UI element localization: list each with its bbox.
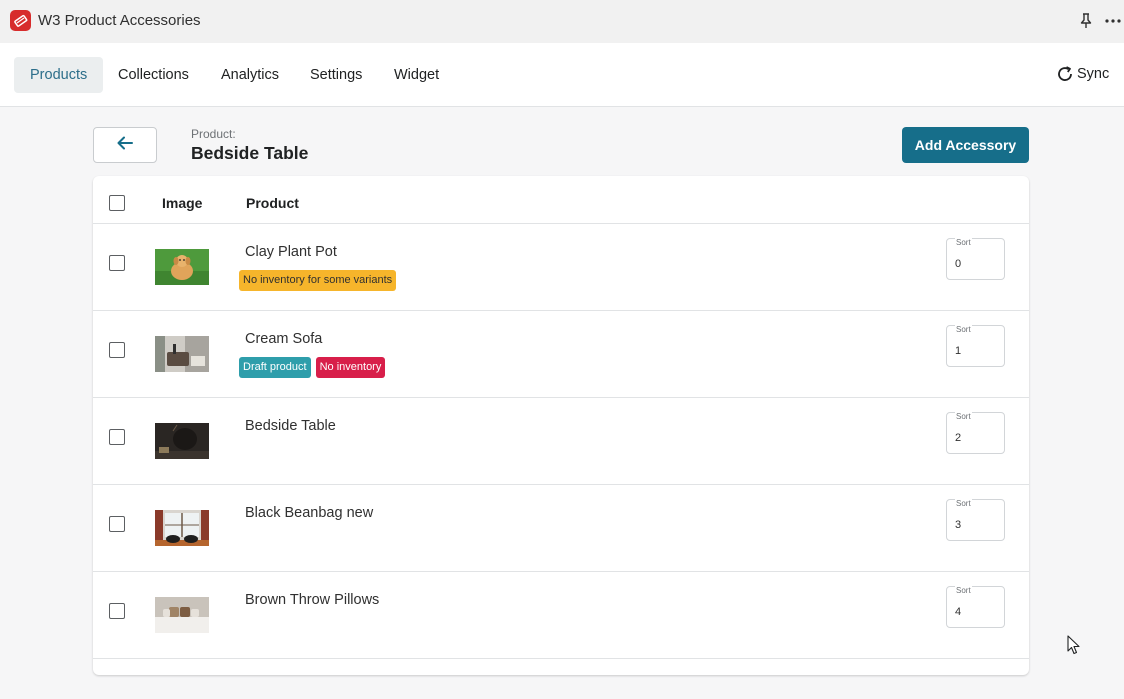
- badge-group: Draft product No inventory: [239, 357, 386, 378]
- tab-analytics[interactable]: Analytics: [205, 57, 295, 93]
- sort-value: 4: [955, 606, 962, 618]
- sort-label: Sort: [955, 499, 972, 508]
- nav-bar: Products Collections Analytics Settings …: [0, 43, 1124, 107]
- sort-label: Sort: [955, 238, 972, 247]
- product-image: [155, 336, 209, 372]
- row-checkbox[interactable]: [109, 516, 125, 532]
- product-name[interactable]: Bedside Table: [245, 418, 336, 434]
- table-row: Cream Sofa Draft product No inventory So…: [93, 311, 1029, 398]
- table-header: Image Product: [93, 176, 1029, 224]
- tab-collections[interactable]: Collections: [102, 57, 205, 93]
- product-caption: Product:: [191, 127, 236, 141]
- sort-input[interactable]: Sort 4: [946, 586, 1005, 628]
- sort-value: 2: [955, 432, 962, 444]
- sort-input[interactable]: Sort 3: [946, 499, 1005, 541]
- product-name[interactable]: Clay Plant Pot: [245, 244, 337, 260]
- sort-input[interactable]: Sort 2: [946, 412, 1005, 454]
- column-header-product: Product: [246, 195, 299, 211]
- product-image: [155, 423, 209, 459]
- product-name[interactable]: Brown Throw Pillows: [245, 592, 379, 608]
- product-image: [155, 597, 209, 633]
- tab-widget[interactable]: Widget: [378, 57, 455, 93]
- badge-group: No inventory for some variants: [239, 270, 397, 291]
- no-inventory-badge: No inventory: [315, 357, 386, 378]
- app-bar: W3 Product Accessories: [0, 0, 1124, 43]
- sort-label: Sort: [955, 412, 972, 421]
- sort-value: 1: [955, 345, 962, 357]
- sort-input[interactable]: Sort 0: [946, 238, 1005, 280]
- sync-button[interactable]: Sync: [1056, 65, 1109, 83]
- row-checkbox[interactable]: [109, 342, 125, 358]
- app-title: W3 Product Accessories: [38, 12, 201, 29]
- more-options-icon[interactable]: [1104, 12, 1122, 30]
- page-title: Bedside Table: [191, 143, 309, 163]
- column-header-image: Image: [162, 195, 203, 211]
- sort-input[interactable]: Sort 1: [946, 325, 1005, 367]
- select-all-checkbox[interactable]: [109, 195, 125, 211]
- table-row: Black Beanbag new Sort 3: [93, 485, 1029, 572]
- product-name[interactable]: Black Beanbag new: [245, 505, 373, 521]
- row-checkbox[interactable]: [109, 429, 125, 445]
- tab-products[interactable]: Products: [14, 57, 104, 93]
- app-logo-icon: [10, 10, 31, 31]
- row-checkbox[interactable]: [109, 603, 125, 619]
- sort-value: 0: [955, 258, 962, 270]
- table-row: Clay Plant Pot No inventory for some var…: [93, 224, 1029, 311]
- row-checkbox[interactable]: [109, 255, 125, 271]
- sort-value: 3: [955, 519, 962, 531]
- draft-badge: Draft product: [239, 357, 311, 378]
- accessories-table: Image Product Clay Plant Pot No inventor…: [93, 176, 1029, 675]
- table-row: Brown Throw Pillows Sort 4: [93, 572, 1029, 659]
- product-image: [155, 510, 209, 546]
- tab-settings[interactable]: Settings: [294, 57, 378, 93]
- refresh-icon: [1056, 65, 1074, 83]
- add-accessory-button[interactable]: Add Accessory: [902, 127, 1029, 163]
- back-button[interactable]: [93, 127, 157, 163]
- arrow-left-icon: [116, 135, 134, 156]
- sync-label: Sync: [1077, 66, 1110, 82]
- pin-icon[interactable]: [1078, 12, 1094, 30]
- sort-label: Sort: [955, 325, 972, 334]
- mouse-cursor-icon: [1067, 635, 1081, 655]
- product-image: [155, 249, 209, 285]
- product-name[interactable]: Cream Sofa: [245, 331, 322, 347]
- inventory-warning-badge: No inventory for some variants: [239, 270, 397, 291]
- sort-label: Sort: [955, 586, 972, 595]
- table-row: Bedside Table Sort 2: [93, 398, 1029, 485]
